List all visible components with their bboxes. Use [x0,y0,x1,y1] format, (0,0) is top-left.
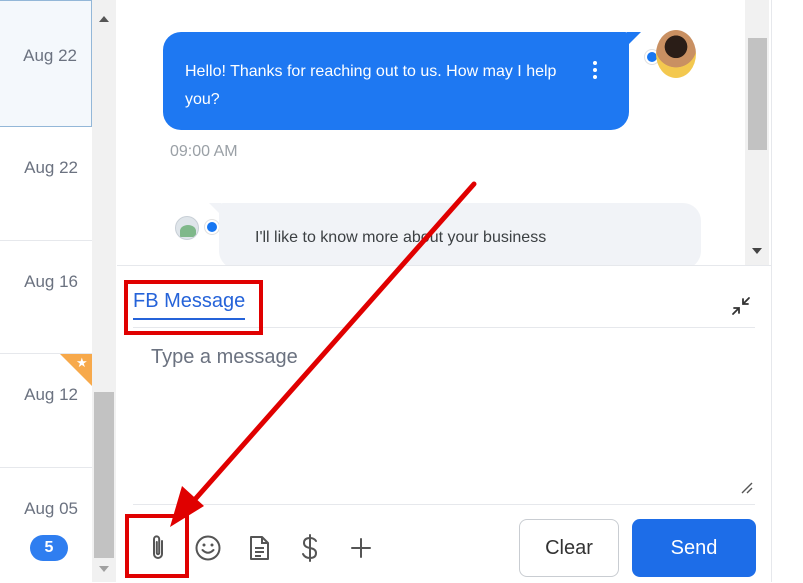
conversation-item[interactable]: Aug 05 [0,468,92,582]
template-button[interactable] [244,532,274,564]
scroll-down-arrow-icon[interactable] [752,248,762,254]
emoji-button[interactable] [193,532,223,564]
outgoing-message-text: Hello! Thanks for reaching out to us. Ho… [185,63,557,108]
divider [133,504,755,505]
conversation-item[interactable]: Aug 16 [0,241,92,354]
dollar-icon [302,534,318,562]
message-options-icon[interactable] [593,58,597,82]
chat-messages: Hello! Thanks for reaching out to us. Ho… [117,0,770,265]
incoming-message-bubble: I'll like to know more about your busine… [209,203,701,265]
panel-border [771,0,772,582]
chat-scrollbar[interactable] [745,0,769,265]
collapse-icon[interactable] [729,294,753,318]
conversation-date: Aug 22 [24,158,78,177]
resize-handle-icon[interactable] [739,480,753,494]
scroll-up-arrow-icon[interactable] [99,16,109,22]
payment-button[interactable] [295,532,325,564]
scrollbar-thumb[interactable] [748,38,767,150]
customer-avatar [175,216,199,240]
conversation-date: Aug 12 [24,385,78,404]
conversation-date: Aug 22 [23,46,77,65]
conversation-item[interactable]: Aug 22 [0,0,92,127]
send-button[interactable]: Send [632,519,756,577]
document-icon [250,536,269,560]
outgoing-message-bubble: Hello! Thanks for reaching out to us. Ho… [163,32,641,130]
emoji-icon [195,535,221,561]
annotation-box-attach [125,514,189,578]
message-input[interactable] [133,336,755,496]
conversation-list: Aug 22 Aug 22 Aug 16 Aug 12 ★ Aug 05 5 [0,0,93,582]
plus-icon [351,538,371,558]
conversation-list-scrollbar[interactable] [92,0,116,582]
message-timestamp: 09:00 AM [170,143,238,160]
star-icon: ★ [76,355,88,370]
conversation-item[interactable]: Aug 22 [0,127,92,241]
more-actions-button[interactable] [346,532,376,564]
scroll-down-arrow-icon[interactable] [99,566,109,572]
agent-avatar [656,30,696,78]
annotation-box-tab [124,280,263,335]
conversation-date: Aug 16 [24,272,78,291]
clear-button[interactable]: Clear [519,519,619,577]
unread-count-badge: 5 [30,535,68,561]
scrollbar-thumb[interactable] [94,392,114,558]
conversation-date: Aug 05 [24,499,78,518]
incoming-message-text: I'll like to know more about your busine… [255,229,547,246]
messenger-icon [204,219,220,235]
